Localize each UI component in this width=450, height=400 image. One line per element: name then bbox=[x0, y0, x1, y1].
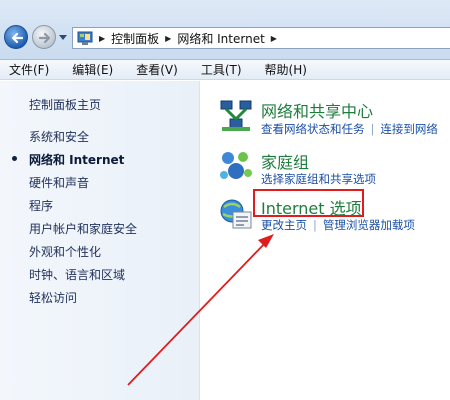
breadcrumb-separator-icon[interactable]: ▶ bbox=[99, 34, 105, 43]
left-navigation-pane: 控制面板主页 系统和安全 网络和 Internet 硬件和声音 程序 用户帐户和… bbox=[0, 81, 200, 400]
address-bar-region: ▶ 控制面板 ▶ 网络和 Internet ▶ bbox=[0, 0, 450, 60]
sidebar-item-control-panel-home[interactable]: 控制面板主页 bbox=[29, 96, 101, 113]
category-links-network: 查看网络状态和任务 | 连接到网络 bbox=[261, 121, 438, 137]
category-links-internet-options: 更改主页 | 管理浏览器加载项 bbox=[261, 217, 415, 233]
sidebar-item-user-accounts[interactable]: 用户帐户和家庭安全 bbox=[29, 220, 137, 237]
breadcrumb-separator-icon[interactable]: ▶ bbox=[271, 34, 277, 43]
control-panel-icon bbox=[77, 31, 93, 45]
link-separator: | bbox=[313, 218, 317, 232]
back-button[interactable] bbox=[4, 25, 28, 49]
sidebar-item-ease-of-access[interactable]: 轻松访问 bbox=[29, 289, 77, 306]
menu-help[interactable]: 帮助(H) bbox=[256, 61, 307, 78]
forward-button[interactable] bbox=[32, 25, 56, 49]
sidebar-item-appearance[interactable]: 外观和个性化 bbox=[29, 243, 101, 260]
link-homegroup-sharing-options[interactable]: 选择家庭组和共享选项 bbox=[261, 171, 376, 187]
link-manage-browser-addons[interactable]: 管理浏览器加载项 bbox=[323, 217, 415, 233]
network-icon[interactable] bbox=[218, 99, 254, 133]
sidebar-item-programs[interactable]: 程序 bbox=[29, 197, 53, 214]
breadcrumb-separator-icon[interactable]: ▶ bbox=[165, 34, 171, 43]
forward-arrow-icon bbox=[38, 32, 51, 44]
address-field[interactable]: ▶ 控制面板 ▶ 网络和 Internet ▶ bbox=[72, 27, 450, 49]
category-title-network-sharing-center[interactable]: 网络和共享中心 bbox=[261, 98, 373, 122]
menu-edit[interactable]: 编辑(E) bbox=[63, 61, 113, 78]
category-title-internet-options[interactable]: Internet 选项 bbox=[261, 195, 362, 219]
category-title-homegroup[interactable]: 家庭组 bbox=[261, 149, 309, 173]
content-pane: 网络和共享中心 查看网络状态和任务 | 连接到网络 家庭组 选择家庭组和共享选项… bbox=[201, 81, 450, 400]
recent-pages-dropdown-icon[interactable] bbox=[59, 35, 67, 40]
link-separator: | bbox=[370, 122, 375, 136]
current-item-bullet-icon bbox=[12, 156, 17, 161]
category-links-homegroup: 选择家庭组和共享选项 bbox=[261, 171, 376, 187]
link-change-home-page[interactable]: 更改主页 bbox=[261, 217, 307, 233]
breadcrumb-control-panel[interactable]: 控制面板 bbox=[111, 30, 159, 47]
breadcrumb-network-internet[interactable]: 网络和 Internet bbox=[177, 30, 264, 47]
sidebar-item-hardware-sound[interactable]: 硬件和声音 bbox=[29, 174, 89, 191]
link-view-network-status[interactable]: 查看网络状态和任务 bbox=[261, 121, 365, 137]
menu-tools[interactable]: 工具(T) bbox=[192, 61, 242, 78]
back-arrow-icon bbox=[11, 32, 24, 44]
homegroup-icon[interactable] bbox=[218, 149, 254, 183]
menu-view[interactable]: 查看(V) bbox=[127, 61, 178, 78]
internet-options-icon[interactable] bbox=[218, 197, 254, 231]
menu-file[interactable]: 文件(F) bbox=[0, 61, 49, 78]
sidebar-item-clock-language-region[interactable]: 时钟、语言和区域 bbox=[29, 266, 125, 283]
sidebar-item-system-security[interactable]: 系统和安全 bbox=[29, 128, 89, 145]
menu-bar: 文件(F) 编辑(E) 查看(V) 工具(T) 帮助(H) bbox=[0, 60, 450, 80]
link-connect-to-network[interactable]: 连接到网络 bbox=[380, 121, 438, 137]
sidebar-item-network-internet: 网络和 Internet bbox=[29, 153, 125, 167]
